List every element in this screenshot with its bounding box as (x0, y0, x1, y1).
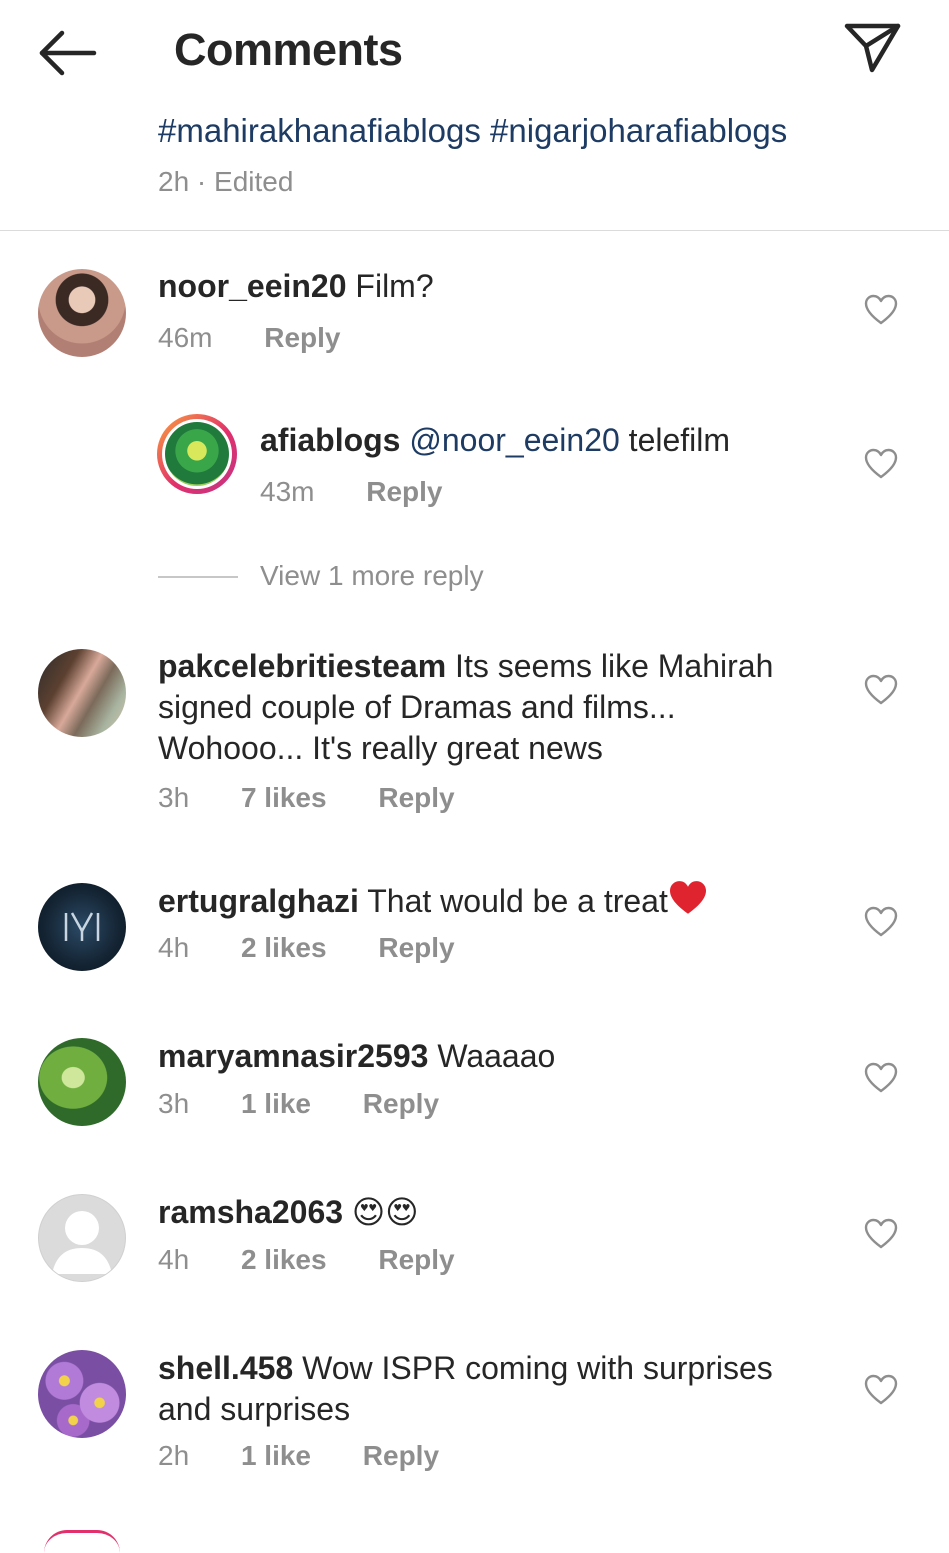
like-count[interactable]: 2 likes (241, 932, 327, 963)
avatar[interactable] (38, 1350, 126, 1438)
comment-meta: 4h 2 likes Reply (158, 932, 499, 964)
emblem-icon (64, 912, 100, 941)
caption-meta: 2h · Edited (158, 166, 294, 197)
comment-username[interactable]: maryamnasir2593 (158, 1038, 428, 1074)
thread-line (158, 576, 238, 578)
avatar[interactable] (38, 1038, 126, 1126)
comment-body: ertugralghazi That would be a treat (158, 880, 818, 922)
like-count[interactable]: 1 like (241, 1440, 311, 1471)
heart-icon[interactable] (864, 674, 898, 706)
comment-meta: 2h 1 like Reply (158, 1440, 483, 1472)
caption-hashtags[interactable]: #mahirakhanafiablogs #nigarjoharafiablog… (158, 112, 787, 150)
comment-body: noor_eein20 Film? (158, 266, 818, 307)
user-silhouette-icon (52, 1211, 112, 1274)
page-title: Comments (174, 24, 403, 75)
comment-meta: 4h 2 likes Reply (158, 1244, 499, 1276)
like-count[interactable]: 7 likes (241, 782, 327, 813)
next-avatar-peek (44, 1530, 120, 1553)
comment-body: pakcelebritiesteam Its seems like Mahira… (158, 646, 818, 769)
heart-icon[interactable] (864, 1062, 898, 1094)
view-more-replies-label: View 1 more reply (260, 560, 484, 591)
avatar[interactable] (38, 269, 126, 357)
avatar-image (162, 419, 232, 489)
comment-time: 4h (158, 1244, 190, 1275)
avatar[interactable] (38, 883, 126, 971)
comment-username[interactable]: noor_eein20 (158, 268, 347, 304)
comment-time: 3h (158, 1088, 190, 1119)
comment-time: 43m (260, 476, 315, 507)
comment-text: Waaaao (437, 1038, 556, 1074)
comment-username[interactable]: ertugralghazi (158, 883, 359, 919)
like-count[interactable]: 1 like (241, 1088, 311, 1119)
avatar-image (165, 422, 229, 486)
reply-button[interactable]: Reply (378, 1244, 454, 1275)
like-count[interactable]: 2 likes (241, 1244, 327, 1275)
comment-text: Film? (355, 268, 434, 304)
share-button[interactable] (842, 20, 902, 76)
heart-icon[interactable] (864, 448, 898, 480)
comment-body: ramsha2063 😍😍 (158, 1192, 818, 1233)
comment-meta: 43m Reply (260, 476, 487, 508)
default-avatar[interactable] (38, 1194, 126, 1282)
avatar[interactable] (38, 649, 126, 737)
heart-icon[interactable] (864, 294, 898, 326)
view-more-replies-button[interactable]: View 1 more reply (158, 560, 658, 596)
red-heart-emoji-icon (669, 881, 706, 914)
heart-icon[interactable] (864, 1374, 898, 1406)
comment-meta: 3h 7 likes Reply (158, 782, 499, 814)
comment-text: That would be a treat (367, 883, 668, 919)
reply-button[interactable]: Reply (264, 322, 340, 353)
comment-time: 4h (158, 932, 190, 963)
comment-body: shell.458 Wow ISPR coming with surprises… (158, 1348, 818, 1430)
comment-time: 3h (158, 782, 190, 813)
heart-icon[interactable] (864, 1218, 898, 1250)
reply-button[interactable]: Reply (378, 932, 454, 963)
reply-button[interactable]: Reply (366, 476, 442, 507)
arrow-left-icon (39, 30, 97, 76)
back-button[interactable] (36, 28, 98, 78)
comment-time: 2h (158, 1440, 190, 1471)
comment-text: telefilm (628, 422, 731, 458)
mention-link[interactable]: @noor_eein20 (409, 422, 619, 458)
comment-username[interactable]: afiablogs (260, 422, 400, 458)
comment-username[interactable]: shell.458 (158, 1350, 293, 1386)
heart-icon[interactable] (864, 906, 898, 938)
reply-button[interactable]: Reply (378, 782, 454, 813)
avatar[interactable] (157, 414, 237, 494)
header: Comments (0, 0, 949, 100)
comment-body: maryamnasir2593 Waaaao (158, 1036, 818, 1077)
divider (0, 230, 949, 231)
paper-plane-icon (844, 23, 901, 73)
comment-meta: 3h 1 like Reply (158, 1088, 483, 1120)
reply-button[interactable]: Reply (363, 1088, 439, 1119)
comment-body: afiablogs @noor_eein20 telefilm (260, 420, 820, 461)
comment-meta: 46m Reply (158, 322, 385, 354)
reply-button[interactable]: Reply (363, 1440, 439, 1471)
comment-time: 46m (158, 322, 213, 353)
comment-username[interactable]: ramsha2063 (158, 1194, 343, 1230)
comment-username[interactable]: pakcelebritiesteam (158, 648, 446, 684)
comment-text: 😍😍 (351, 1193, 419, 1231)
